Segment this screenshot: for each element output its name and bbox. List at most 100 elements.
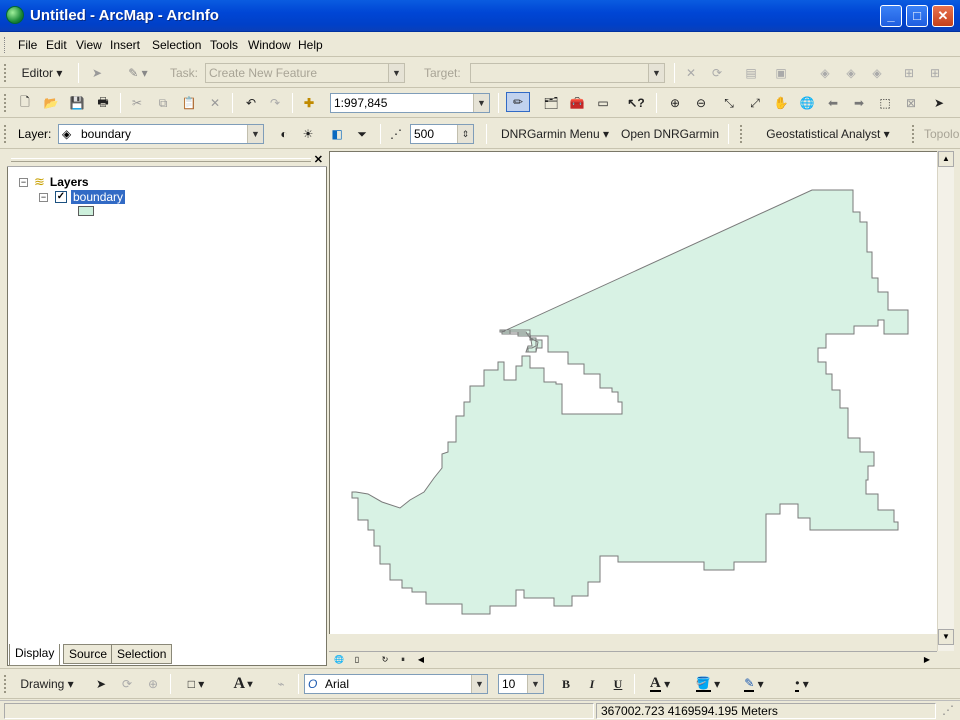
menu-edit[interactable]: Edit <box>46 38 67 52</box>
tab-display[interactable]: Display <box>9 644 61 666</box>
select-features-icon[interactable]: ⬚ <box>874 93 896 113</box>
pan-hand-icon[interactable]: ✋ <box>770 93 792 113</box>
menu-help[interactable]: Help <box>298 38 323 52</box>
clear-selection-icon[interactable]: ⊠ <box>900 93 922 113</box>
fixed-zoom-in-icon[interactable]: ⤡ <box>718 93 740 113</box>
sketch-pencil-icon[interactable]: ✎ ▾ <box>118 63 158 83</box>
menu-selection[interactable]: Selection <box>152 38 201 52</box>
contrast-icon[interactable]: ◐ <box>274 124 294 144</box>
topology-fix-icon[interactable]: ◈ <box>866 63 888 83</box>
font-combo[interactable]: O Arial ▼ <box>304 674 488 694</box>
italic-button[interactable]: I <box>582 674 602 694</box>
back-arrow-icon[interactable]: ⬅ <box>822 93 844 113</box>
menu-file[interactable]: File <box>18 38 37 52</box>
undo-icon[interactable]: ↶ <box>240 93 262 113</box>
map-horizontal-scrollbar[interactable]: 🌐 ▯ ↻ ⏸ ◀ ▶ <box>329 651 937 668</box>
task-combo[interactable]: Create New Feature ▼ <box>205 63 405 83</box>
close-button[interactable]: ✕ <box>932 5 954 27</box>
command-line-icon[interactable]: ▭ <box>592 93 614 113</box>
redo-icon[interactable]: ↷ <box>264 93 286 113</box>
geostatistical-analyst-button[interactable]: Geostatistical Analyst ▾ <box>758 124 898 144</box>
edit-vertices-icon[interactable]: ⌁ <box>270 674 292 694</box>
full-extent-globe-icon[interactable]: 🌐 <box>796 93 818 113</box>
layers-root-row[interactable]: − ≋ Layers <box>19 174 89 190</box>
fill-color-icon[interactable]: 🪣 ▾ <box>688 674 728 694</box>
boundary-polygon[interactable] <box>351 189 909 615</box>
close-icon[interactable]: ✕ <box>314 153 323 166</box>
map-view[interactable] <box>329 151 937 634</box>
polygon-symbol-swatch[interactable] <box>78 206 94 216</box>
select-elements-arrow-icon[interactable]: ➤ <box>928 93 950 113</box>
display-effects-dropdown-icon[interactable]: ⏷ <box>352 124 372 144</box>
menu-insert[interactable]: Insert <box>110 38 140 52</box>
arctoolbox-icon[interactable]: 🧰 <box>566 93 588 113</box>
rotate-element-icon[interactable]: ⟳ <box>116 674 138 694</box>
edit-arrow-icon[interactable]: ➤ <box>86 63 108 83</box>
editor-menu-button[interactable]: Editor ▾ <box>14 63 70 83</box>
zoom-out-icon[interactable]: ⊖ <box>690 93 712 113</box>
pause-drawing-icon[interactable]: ⏸ <box>395 652 411 668</box>
forward-arrow-icon[interactable]: ➡ <box>848 93 870 113</box>
fixed-zoom-out-icon[interactable]: ⤢ <box>744 93 766 113</box>
split-tool-icon[interactable]: ✕ <box>680 63 702 83</box>
minimize-button[interactable]: _ <box>880 5 902 27</box>
line-color-icon[interactable]: ✎ ▾ <box>734 674 774 694</box>
menu-tools[interactable]: Tools <box>210 38 238 52</box>
transparency-icon[interactable]: ◧ <box>326 124 348 144</box>
open-folder-icon[interactable]: 📂 <box>40 93 62 113</box>
new-document-icon[interactable]: 🗋 <box>14 93 36 113</box>
topology-edit-icon[interactable]: ◈ <box>840 63 862 83</box>
layer-name[interactable]: boundary <box>71 190 126 204</box>
delete-icon[interactable]: ✕ <box>204 93 226 113</box>
arccatalog-icon[interactable]: 🗂 <box>540 93 562 113</box>
map-vertical-scrollbar[interactable]: ▲ ▼ <box>937 151 954 651</box>
layer-combo[interactable]: ◈ boundary ▼ <box>58 124 264 144</box>
save-icon[interactable]: 💾 <box>66 93 88 113</box>
cut-icon[interactable]: ✂ <box>126 93 148 113</box>
menu-window[interactable]: Window <box>248 38 291 52</box>
whats-this-icon[interactable]: ↖? <box>624 93 648 113</box>
brightness-icon[interactable]: ☀ <box>298 124 318 144</box>
validate-extent-icon[interactable]: ⊞ <box>924 63 946 83</box>
sketch-properties-icon[interactable]: ▣ <box>770 63 792 83</box>
tab-source[interactable]: Source <box>63 644 114 664</box>
rectangle-tool-icon[interactable]: □ ▾ <box>176 674 216 694</box>
collapse-icon[interactable]: − <box>39 192 48 202</box>
refresh-view-icon[interactable]: ↻ <box>377 652 393 668</box>
scroll-right-icon[interactable]: ▶ <box>919 652 935 668</box>
scroll-up-icon[interactable]: ▲ <box>938 151 954 167</box>
zoom-in-icon[interactable]: ⊕ <box>664 93 686 113</box>
layer-visibility-checkbox[interactable]: ✓ <box>55 191 67 203</box>
drawing-menu-button[interactable]: Drawing ▾ <box>14 674 80 694</box>
marker-color-icon[interactable]: • ▾ <box>782 674 822 694</box>
maximize-button[interactable]: □ <box>906 5 928 27</box>
editor-toolbar-icon[interactable]: ✏ <box>506 92 530 112</box>
menu-view[interactable]: View <box>76 38 102 52</box>
layer-row-boundary[interactable]: − ✓ boundary <box>39 190 126 204</box>
distance-field[interactable]: 500 ⇕ <box>410 124 474 144</box>
layout-view-icon[interactable]: ▯ <box>349 652 365 668</box>
map-scale-combo[interactable]: 1:997,845 ▼ <box>330 93 490 113</box>
validate-icon[interactable]: ⊞ <box>898 63 920 83</box>
underline-button[interactable]: U <box>608 674 628 694</box>
add-data-icon[interactable]: ✚ <box>298 93 320 113</box>
bold-button[interactable]: B <box>556 674 576 694</box>
print-icon[interactable]: 🖶 <box>92 93 114 113</box>
select-elements-arrow-icon[interactable]: ➤ <box>90 674 112 694</box>
data-view-globe-icon[interactable]: 🌐 <box>331 652 347 668</box>
open-dnrgarmin-button[interactable]: Open DNRGarmin <box>620 124 720 144</box>
topology-tool-icon[interactable]: ◈ <box>814 63 836 83</box>
collapse-icon[interactable]: − <box>19 177 28 187</box>
zoom-to-elements-icon[interactable]: ⊕ <box>142 674 164 694</box>
rotate-tool-icon[interactable]: ⟳ <box>706 63 728 83</box>
copy-icon[interactable]: ⧉ <box>152 93 174 113</box>
font-size-combo[interactable]: 10 ▼ <box>498 674 544 694</box>
swipe-tool-icon[interactable]: ⋰ <box>386 124 406 144</box>
text-tool-button[interactable]: A ▾ <box>222 674 264 694</box>
dnrgarmin-menu-button[interactable]: DNRGarmin Menu ▾ <box>496 124 614 144</box>
attributes-icon[interactable]: ▤ <box>740 63 762 83</box>
paste-icon[interactable]: 📋 <box>178 93 200 113</box>
font-color-icon[interactable]: A ▾ <box>640 674 680 694</box>
scroll-down-icon[interactable]: ▼ <box>938 629 954 645</box>
tab-selection[interactable]: Selection <box>111 644 173 664</box>
